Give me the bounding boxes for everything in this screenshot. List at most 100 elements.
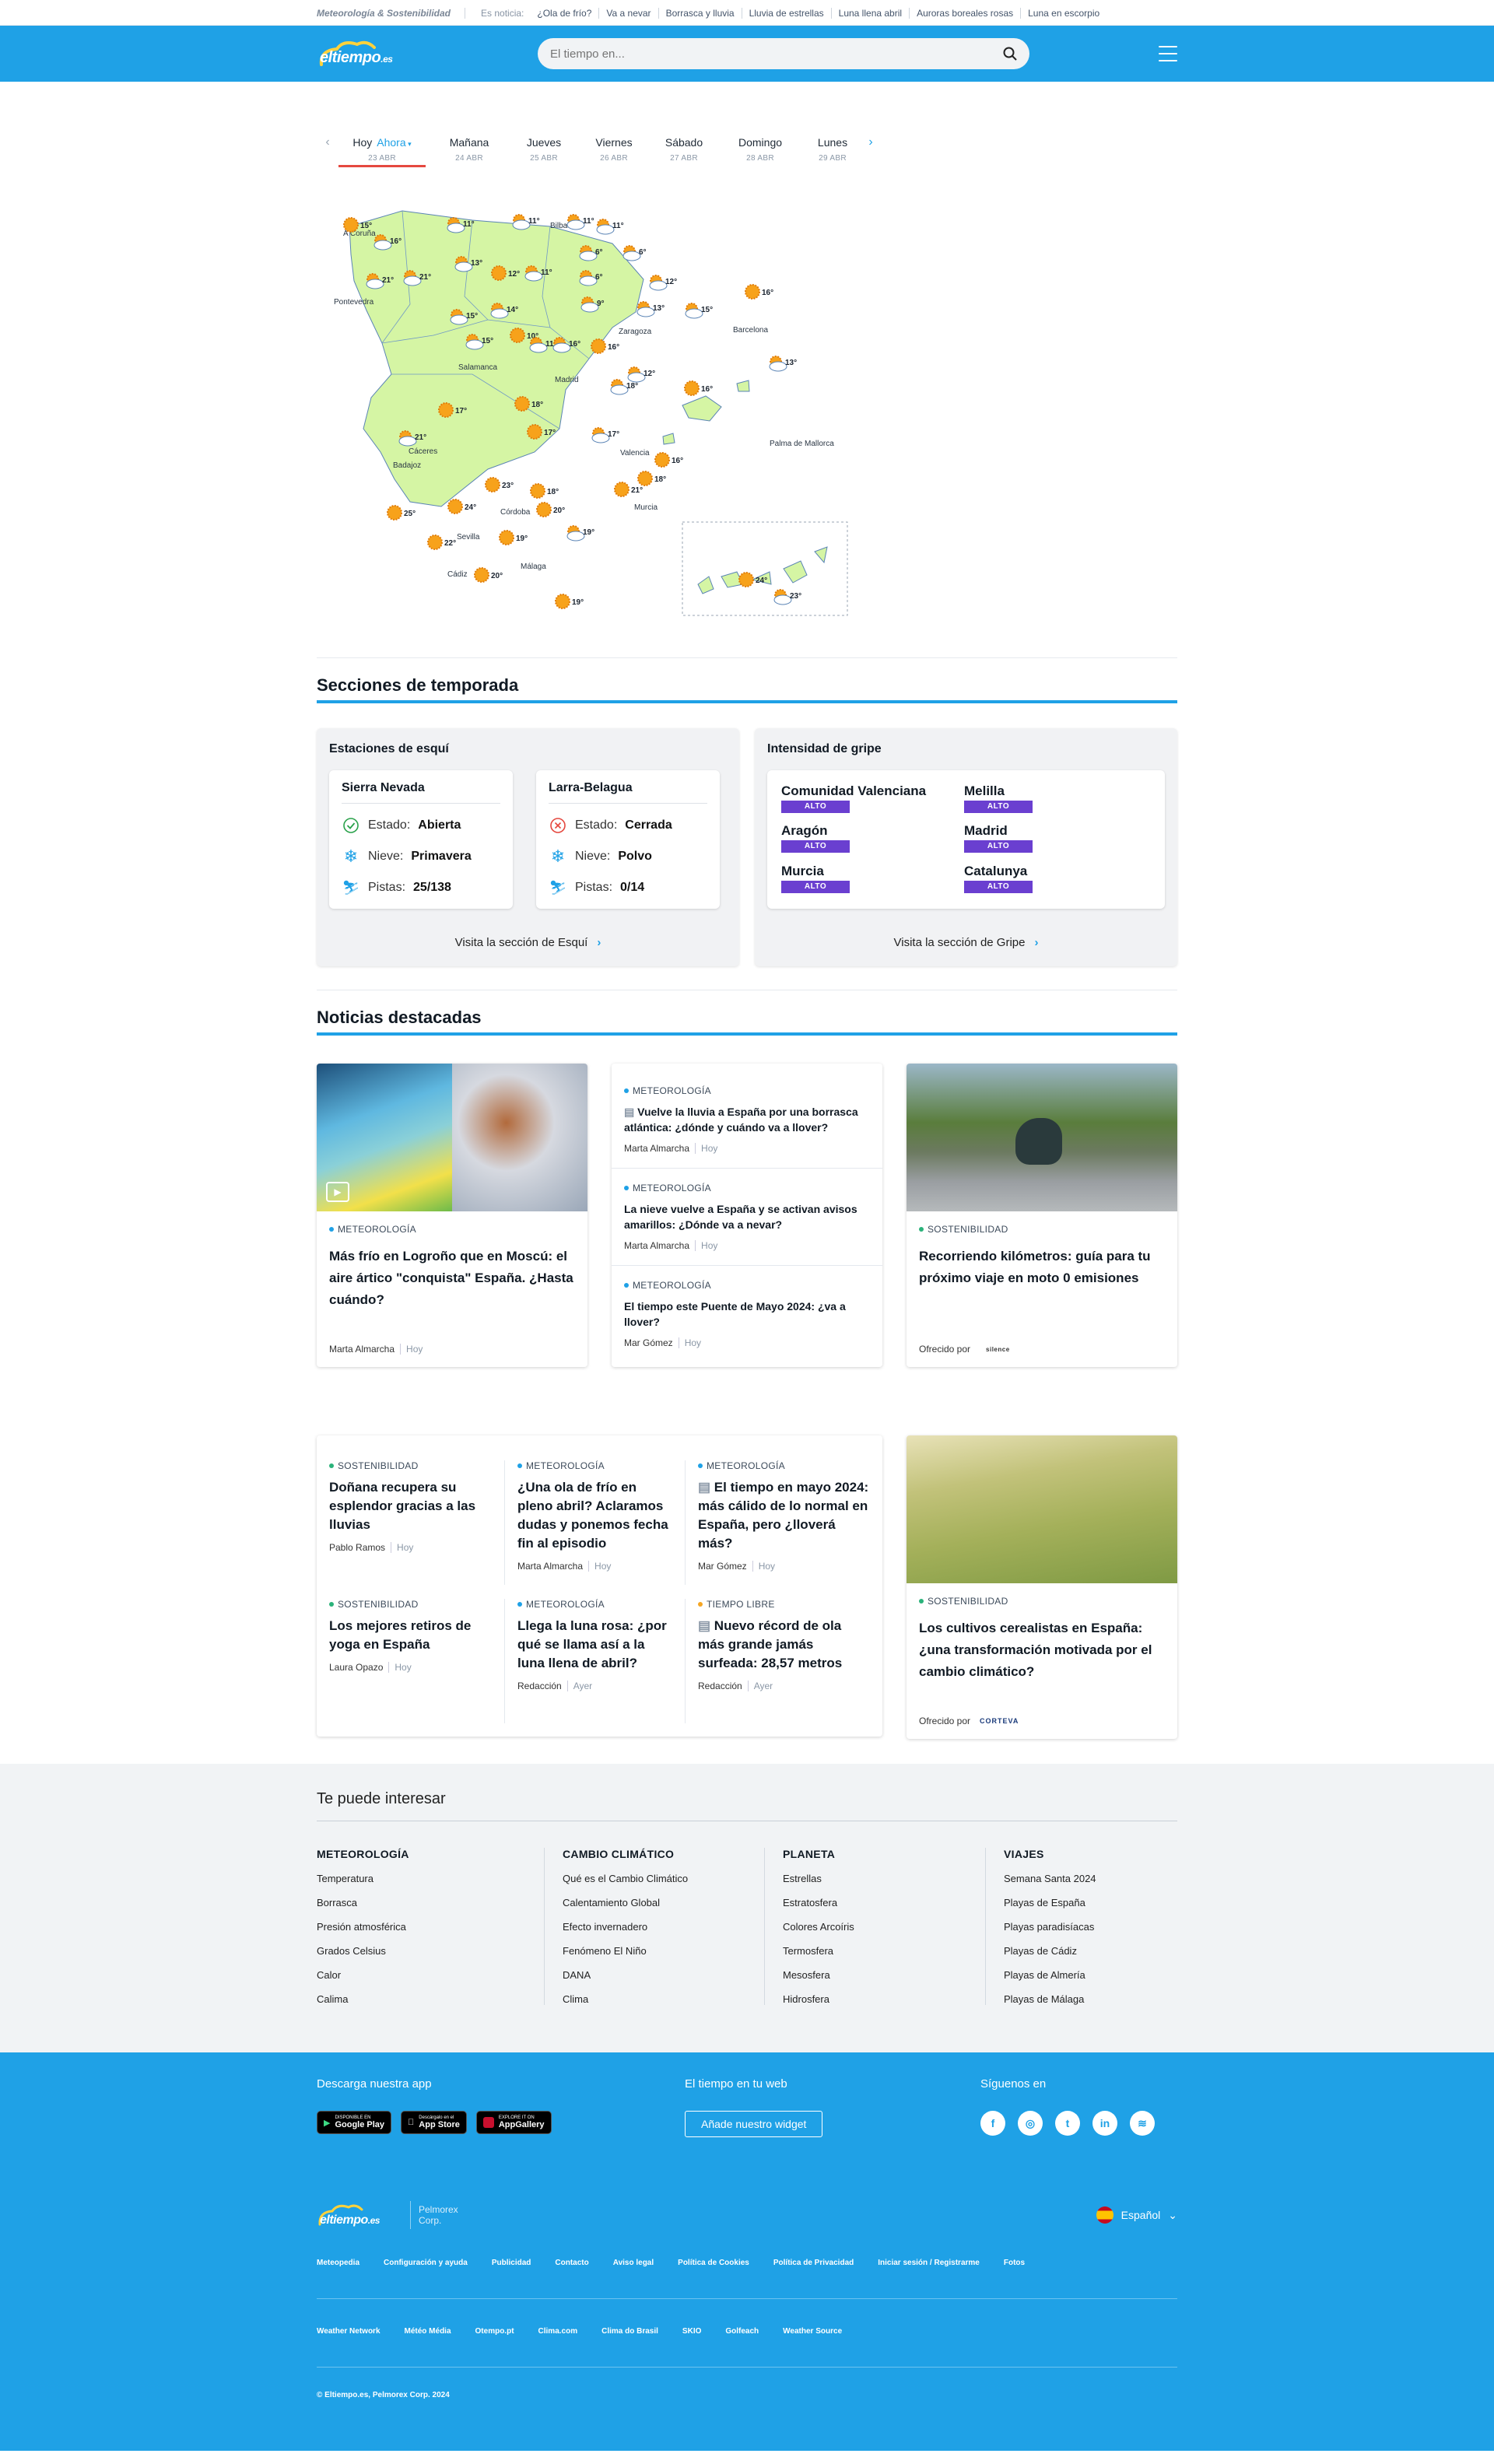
app-gallery-button[interactable]: EXPLORE IT ON AppGallery (475, 2111, 552, 2134)
partner-link[interactable]: Clima.com (538, 2327, 578, 2336)
interest-link[interactable]: Grados Celsius (317, 1945, 544, 1957)
sun-icon[interactable]: 19° (555, 594, 584, 609)
ski-station[interactable]: Sierra Nevada Estado: Abierta ❄ Nieve: Prim… (329, 770, 513, 909)
interest-link[interactable]: Semana Santa 2024 (1004, 1873, 1159, 1884)
footer-link[interactable]: Política de Cookies (678, 2259, 749, 2267)
cloudy-icon[interactable]: 18° (610, 379, 638, 395)
partner-link[interactable]: Golfeach (725, 2327, 759, 2336)
news-item[interactable]: METEOROLOGÍA Llega la luna rosa: ¿por qu… (505, 1598, 686, 1723)
footer-link[interactable]: Fotos (1004, 2259, 1025, 2267)
news-item[interactable]: METEOROLOGÍA El tiempo este Puente de Ma… (612, 1266, 882, 1362)
cloudy-icon[interactable]: 13° (637, 301, 665, 317)
day-tab[interactable]: Mañana 24 ABR (426, 127, 513, 167)
interest-link[interactable]: Fenómeno El Niño (563, 1945, 764, 1957)
interest-link[interactable]: Qué es el Cambio Climático (563, 1873, 764, 1884)
trending-link[interactable]: Luna llena abril (832, 7, 910, 19)
partner-link[interactable]: Clima do Brasil (601, 2327, 658, 2336)
spotify-icon[interactable]: ≋ (1130, 2111, 1155, 2136)
trending-link[interactable]: Auroras boreales rosas (910, 7, 1022, 19)
news-headline[interactable]: ▤ Vuelve la lluvia a España por una borr… (624, 1104, 870, 1135)
day-tab[interactable]: Domingo 28 ABR (715, 127, 805, 167)
interest-link[interactable]: Playas de Almería (1004, 1969, 1159, 1981)
day-tab[interactable]: Sábado 27 ABR (653, 127, 715, 167)
news-item[interactable]: TIEMPO LIBRE ▤ Nuevo récord de ola más g… (686, 1599, 882, 1723)
trending-link[interactable]: Lluvia de estrellas (742, 7, 832, 19)
interest-link[interactable]: Hidrosfera (783, 1993, 985, 2005)
cloudy-icon[interactable]: 15° (685, 303, 713, 319)
trending-link[interactable]: Borrasca y lluvia (659, 7, 742, 19)
interest-link[interactable]: Playas de España (1004, 1897, 1159, 1908)
interest-link[interactable]: Clima (563, 1993, 764, 2005)
partner-link[interactable]: SKIO (682, 2327, 701, 2336)
visit-flu-link[interactable]: Visita la sección de Gripe › (755, 936, 1177, 949)
news-headline[interactable]: La nieve vuelve a España y se activan av… (624, 1201, 870, 1232)
weather-map[interactable]: A Coruña Bilbao Pontevedra Zaragoza Barcelon… (317, 180, 880, 642)
ski-station[interactable]: Larra-Belagua Estado: Cerrada ❄ Nieve: Polv… (536, 770, 720, 909)
news-headline[interactable]: Más frío en Logroño que en Moscú: el air… (329, 1246, 575, 1311)
news-headline[interactable]: Recorriendo kilómetros: guía para tu pró… (919, 1246, 1165, 1289)
interest-link[interactable]: Borrasca (317, 1897, 544, 1908)
now-label[interactable]: Ahora (377, 136, 405, 149)
cloudy-icon[interactable]: 11° (596, 219, 624, 235)
news-item[interactable]: METEOROLOGÍA La nieve vuelve a España y … (612, 1169, 882, 1266)
sun-icon[interactable]: 20° (474, 567, 503, 583)
footer-link[interactable]: Política de Privacidad (773, 2259, 854, 2267)
linkedin-icon[interactable]: in (1092, 2111, 1117, 2136)
interest-link[interactable]: Playas de Málaga (1004, 1993, 1159, 2005)
sun-icon[interactable]: 22° (427, 535, 456, 550)
interest-link[interactable]: Colores Arcoíris (783, 1921, 985, 1933)
twitter-icon[interactable]: t (1055, 2111, 1080, 2136)
cloudy-icon[interactable]: 17° (591, 427, 619, 443)
facebook-icon[interactable]: f (980, 2111, 1005, 2136)
sun-icon[interactable]: 23° (485, 477, 514, 492)
news-headline[interactable]: El tiempo este Puente de Mayo 2024: ¿va … (624, 1299, 870, 1330)
interest-link[interactable]: Calima (317, 1993, 544, 2005)
interest-link[interactable]: Playas paradisíacas (1004, 1921, 1159, 1933)
app-store-button[interactable]: Descárgalo en elApp Store (401, 2111, 467, 2134)
sun-icon[interactable]: 21° (614, 482, 643, 497)
news-item[interactable]: SOSTENIBILIDAD Doñana recupera su esplen… (317, 1460, 505, 1585)
news-item[interactable]: SOSTENIBILIDAD Los mejores retiros de yo… (317, 1598, 505, 1723)
sun-icon[interactable]: 25° (387, 505, 416, 520)
trending-link[interactable]: Luna en escorpio (1021, 8, 1106, 19)
footer-link[interactable]: Publicidad (492, 2259, 531, 2267)
news-item[interactable]: METEOROLOGÍA ¿Una ola de frío en pleno a… (505, 1460, 686, 1585)
interest-link[interactable]: DANA (563, 1969, 764, 1981)
cloudy-icon[interactable]: 12° (627, 366, 655, 383)
widget-button[interactable]: Añade nuestro widget (685, 2111, 823, 2137)
sun-icon[interactable]: 16° (684, 380, 713, 396)
sun-icon[interactable]: 18° (530, 483, 559, 499)
cloudy-icon[interactable]: 12° (649, 275, 677, 291)
footer-link[interactable]: Configuración y ayuda (384, 2259, 468, 2267)
chevron-right-icon[interactable]: › (860, 127, 882, 158)
partner-link[interactable]: Weather Network (317, 2327, 381, 2336)
footer-link[interactable]: Iniciar sesión / Registrarme (878, 2259, 980, 2267)
partner-link[interactable]: Otempo.pt (475, 2327, 514, 2336)
cloudy-icon[interactable]: 11° (566, 214, 594, 230)
sun-icon[interactable]: 18° (637, 471, 666, 486)
sponsored-news-card[interactable]: SOSTENIBILIDAD Recorriendo kilómetros: g… (907, 1064, 1177, 1367)
trending-link[interactable]: ¿Ola de frío? (530, 7, 600, 19)
news-item[interactable]: METEOROLOGÍA ▤ Vuelve la lluvia a España… (612, 1064, 882, 1169)
cloudy-icon[interactable]: 6° (622, 245, 647, 261)
interest-link[interactable]: Estrellas (783, 1873, 985, 1884)
news-headline[interactable]: Los cultivos cerealistas en España: ¿una… (919, 1618, 1165, 1683)
instagram-icon[interactable]: ◎ (1018, 2111, 1043, 2136)
interest-link[interactable]: Calentamiento Global (563, 1897, 764, 1908)
sponsored-news-card[interactable]: SOSTENIBILIDAD Los cultivos cerealistas … (907, 1435, 1177, 1739)
sun-icon[interactable]: 19° (499, 530, 528, 545)
spain-map[interactable]: A CoruñaBilbaoPontevedraZaragoza Barcelon… (317, 180, 880, 642)
sun-icon[interactable]: 24° (447, 499, 476, 514)
interest-link[interactable]: Calor (317, 1969, 544, 1981)
day-tab[interactable]: Jueves 25 ABR (513, 127, 575, 167)
footer-link[interactable]: Aviso legal (613, 2259, 654, 2267)
footer-logo[interactable]: eltiempo.es (317, 2201, 402, 2229)
sun-icon[interactable]: 16° (591, 338, 619, 354)
trending-link[interactable]: Va a nevar (599, 7, 659, 19)
interest-link[interactable]: Estratosfera (783, 1897, 985, 1908)
cloudy-icon[interactable]: 23° (773, 589, 801, 605)
search-input[interactable] (550, 47, 986, 61)
interest-link[interactable]: Temperatura (317, 1873, 544, 1884)
cloudy-icon[interactable]: 19° (566, 525, 594, 542)
google-play-button[interactable]: ▶ DISPONIBLE EN Google Play (317, 2111, 392, 2134)
